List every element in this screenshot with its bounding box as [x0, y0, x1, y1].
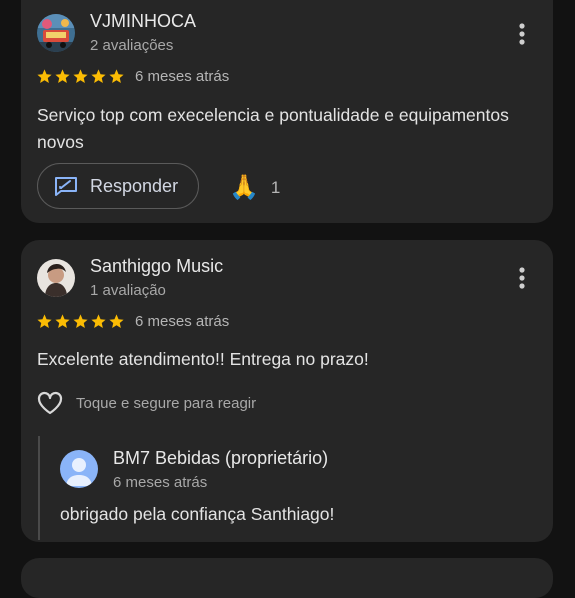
react-hint: Toque e segure para reagir — [76, 394, 257, 412]
more-vert-icon — [519, 23, 525, 45]
star-rating: 6 meses atrás — [36, 313, 229, 330]
review-date: 6 meses atrás — [135, 313, 230, 330]
star-icon — [109, 314, 124, 329]
reviewer-name[interactable]: VJMINHOCA — [90, 11, 196, 32]
reply-icon — [55, 177, 77, 196]
more-options-button[interactable] — [510, 264, 534, 292]
star-icon — [109, 69, 124, 84]
owner-reply-author: BM7 Bebidas (proprietário) — [113, 448, 329, 468]
owner-avatar — [60, 450, 98, 488]
avatar[interactable] — [37, 14, 75, 52]
star-icon — [37, 314, 52, 329]
heart-outline-icon — [37, 391, 63, 415]
person-icon — [60, 450, 98, 488]
review-card: Santhiggo Music 1 avaliação 6 meses atrá… — [21, 240, 553, 542]
star-icon — [37, 69, 52, 84]
more-options-button[interactable] — [510, 20, 534, 48]
star-rating: 6 meses atrás — [36, 68, 229, 85]
review-date: 6 meses atrás — [135, 68, 230, 85]
star-icon — [91, 314, 106, 329]
review-card — [21, 558, 553, 598]
review-text: Serviço top com execelencia e pontualida… — [37, 105, 509, 152]
reply-button-label: Responder — [90, 175, 179, 196]
reaction-count: 1 — [270, 177, 281, 197]
star-icon — [73, 69, 88, 84]
owner-reply-text: obrigado pela confiança Santhiago! — [60, 504, 335, 524]
reply-button[interactable]: Responder — [37, 163, 200, 209]
reviewer-name[interactable]: Santhiggo Music — [90, 256, 223, 277]
more-vert-icon — [519, 267, 525, 289]
star-icon — [55, 314, 70, 329]
reaction-summary[interactable]: 🙏 1 — [229, 173, 280, 202]
review-card: VJMINHOCA 2 avaliações 6 meses atrás Ser… — [21, 0, 553, 223]
star-icon — [55, 69, 70, 84]
pray-emoji: 🙏 — [229, 174, 259, 201]
owner-reply-divider — [38, 436, 40, 540]
star-icon — [91, 69, 106, 84]
reviewer-review-count: 1 avaliação — [90, 282, 166, 299]
react-button[interactable]: Toque e segure para reagir — [36, 390, 256, 416]
review-text: Excelente atendimento!! Entrega no prazo… — [37, 349, 369, 369]
reviewer-review-count: 2 avaliações — [90, 37, 174, 54]
star-icon — [73, 314, 88, 329]
avatar[interactable] — [37, 259, 75, 297]
owner-reply-date: 6 meses atrás — [113, 474, 208, 491]
